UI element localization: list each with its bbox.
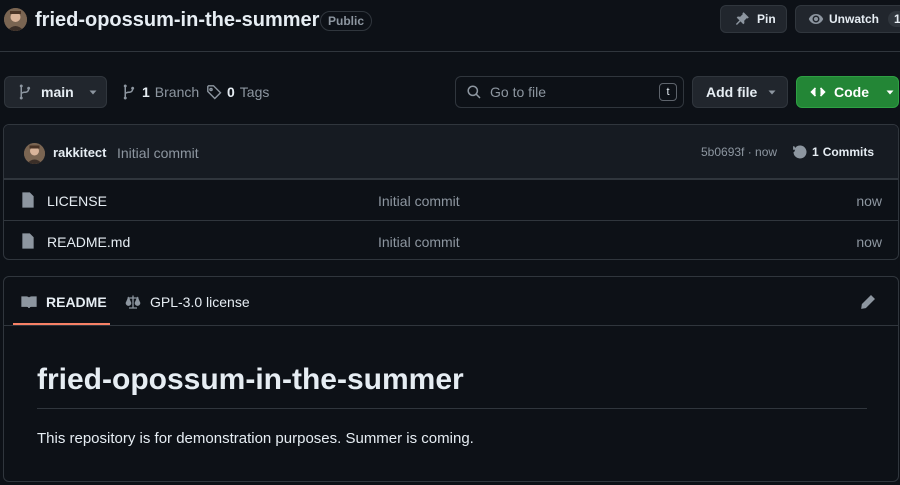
branches-count: 1 xyxy=(142,84,150,100)
search-shortcut-key: t xyxy=(659,83,677,101)
file-commit-message[interactable]: Initial commit xyxy=(378,193,460,209)
file-name[interactable]: README.md xyxy=(47,234,130,250)
branches-link[interactable]: 1 Branch xyxy=(121,84,199,100)
pin-button[interactable]: Pin xyxy=(720,5,787,33)
commits-count: 1 xyxy=(812,145,819,159)
tags-label: Tags xyxy=(239,84,270,100)
commit-author[interactable]: rakkitect xyxy=(53,145,106,160)
file-browser: rakkitect Initial commit 5b0693f · now 1… xyxy=(3,124,899,260)
owner-avatar[interactable] xyxy=(4,8,27,31)
repo-header: fried-opossum-in-the-summer Public Pin U… xyxy=(0,0,900,52)
branch-name: main xyxy=(41,84,74,100)
repo-name[interactable]: fried-opossum-in-the-summer xyxy=(35,9,319,32)
pin-icon xyxy=(734,11,750,27)
readme-body: This repository is for demonstration pur… xyxy=(37,430,474,447)
commit-hash-time[interactable]: 5b0693f · now xyxy=(701,145,777,159)
file-icon xyxy=(21,192,35,208)
pin-label: Pin xyxy=(757,12,776,26)
commits-link[interactable]: 1 Commits xyxy=(792,144,874,160)
tab-readme[interactable]: README xyxy=(21,294,107,310)
code-button[interactable]: Code xyxy=(796,76,899,108)
active-tab-indicator xyxy=(13,323,110,325)
readme-panel: README GPL-3.0 license fried-opossum-in-… xyxy=(3,276,899,482)
readme-tabs: README GPL-3.0 license xyxy=(4,277,898,326)
visibility-badge: Public xyxy=(320,11,373,31)
go-to-file-input[interactable]: Go to file t xyxy=(455,76,684,108)
commits-label: Commits xyxy=(822,145,875,159)
file-row[interactable]: README.md Initial commit now xyxy=(4,220,898,259)
branches-label: Branch xyxy=(154,84,200,100)
watch-count: 1 xyxy=(888,11,900,27)
tag-icon xyxy=(206,84,222,100)
file-icon xyxy=(21,233,35,249)
tab-license-label: GPL-3.0 license xyxy=(150,294,250,310)
latest-commit-bar: rakkitect Initial commit 5b0693f · now 1… xyxy=(4,125,898,179)
search-placeholder: Go to file xyxy=(490,84,547,100)
heading-divider xyxy=(37,408,867,409)
commit-message[interactable]: Initial commit xyxy=(117,145,199,161)
file-name[interactable]: LICENSE xyxy=(47,193,107,209)
file-commit-message[interactable]: Initial commit xyxy=(378,234,460,250)
branch-select-button[interactable]: main xyxy=(4,76,107,108)
add-file-button[interactable]: Add file xyxy=(692,76,788,108)
unwatch-label: Unwatch xyxy=(829,12,880,26)
eye-icon xyxy=(808,11,824,27)
chevron-down-icon xyxy=(885,87,895,97)
author-avatar[interactable] xyxy=(24,143,45,164)
file-age: now xyxy=(856,234,882,250)
tab-readme-label: README xyxy=(46,294,107,310)
readme-heading: fried-opossum-in-the-summer xyxy=(37,363,464,396)
chevron-down-icon xyxy=(767,87,777,97)
law-icon xyxy=(125,294,141,310)
tab-license[interactable]: GPL-3.0 license xyxy=(125,294,250,310)
pencil-icon[interactable] xyxy=(860,294,876,310)
chevron-down-icon xyxy=(88,87,98,97)
unwatch-button[interactable]: Unwatch 1 xyxy=(795,5,900,33)
tags-count: 0 xyxy=(227,84,235,100)
file-row[interactable]: LICENSE Initial commit now xyxy=(4,179,898,220)
code-label: Code xyxy=(834,84,869,100)
search-icon xyxy=(466,84,482,100)
book-icon xyxy=(21,294,37,310)
file-age: now xyxy=(856,193,882,209)
code-icon xyxy=(810,84,826,100)
add-file-label: Add file xyxy=(706,84,758,100)
history-icon xyxy=(792,144,808,160)
branch-icon xyxy=(17,84,33,100)
branch-icon xyxy=(121,84,137,100)
tags-link[interactable]: 0 Tags xyxy=(206,84,269,100)
